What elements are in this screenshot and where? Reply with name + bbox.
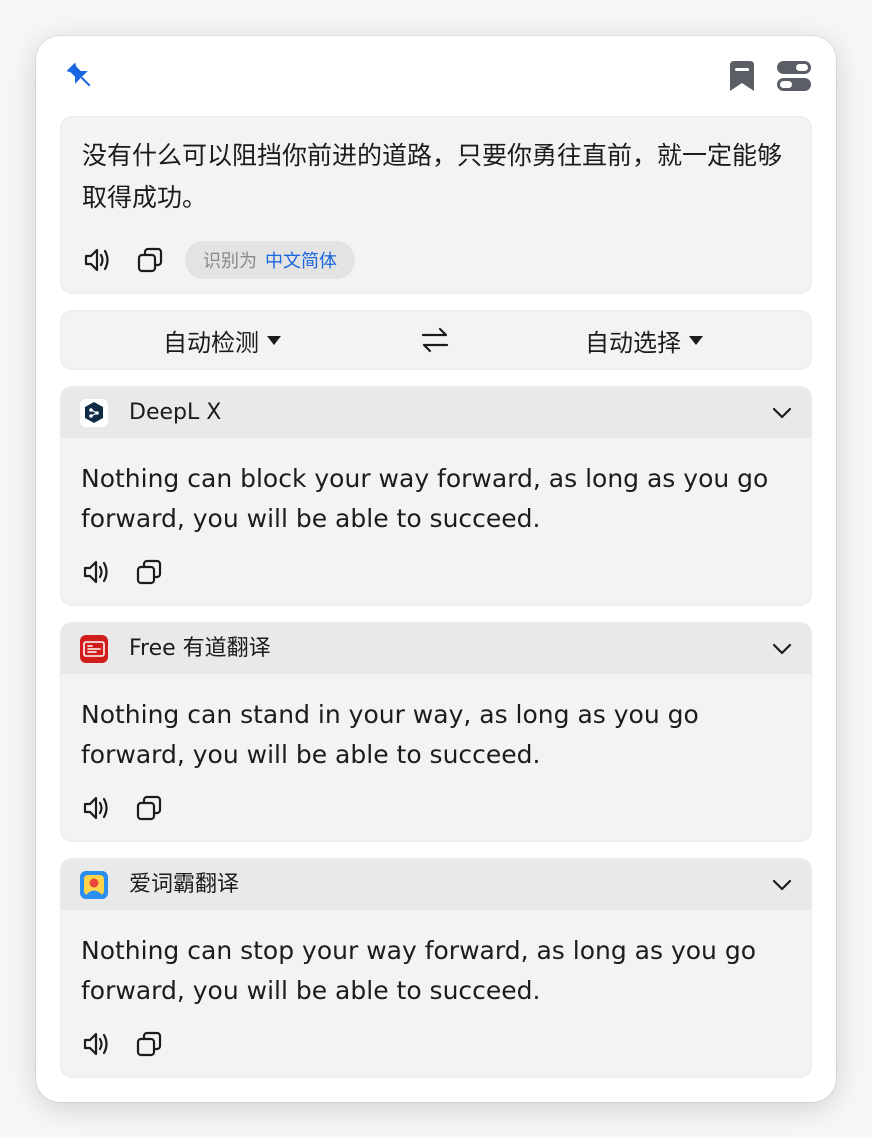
caret-down-icon [267, 335, 281, 345]
source-language-select[interactable]: 自动检测 [163, 311, 281, 369]
deepl-logo-icon [80, 399, 108, 427]
service-name: Free 有道翻译 [129, 636, 271, 661]
copy-icon [137, 247, 163, 273]
result-speak-button[interactable] [80, 555, 114, 589]
iciba-logo-icon [80, 871, 108, 899]
speaker-icon [84, 248, 109, 272]
result-header-iciba[interactable]: 爱词霸翻译 [61, 859, 811, 910]
source-speak-button[interactable] [81, 243, 115, 277]
pin-button[interactable] [62, 58, 98, 94]
copy-icon [136, 795, 162, 821]
youdao-logo-icon [80, 635, 108, 663]
result-speak-button[interactable] [80, 1027, 114, 1061]
result-header-youdao[interactable]: Free 有道翻译 [61, 623, 811, 674]
copy-icon [136, 559, 162, 585]
result-text[interactable]: Nothing can block your way forward, as l… [81, 459, 797, 539]
speaker-icon [83, 796, 108, 820]
source-text-panel[interactable]: 没有什么可以阻挡你前进的道路，只要你勇往直前，就一定能够取得成功。 识别为 中文… [60, 116, 812, 294]
language-bar: 自动检测 自动选择 [60, 310, 812, 370]
swap-languages-icon[interactable] [419, 325, 451, 355]
result-text[interactable]: Nothing can stop your way forward, as lo… [81, 931, 797, 1011]
bookmark-button[interactable] [724, 58, 760, 94]
service-name: 爱词霸翻译 [129, 872, 240, 897]
result-card-iciba: 爱词霸翻译 Nothing can stop your way forward,… [60, 858, 812, 1078]
result-copy-button[interactable] [132, 1027, 166, 1061]
translator-window: 没有什么可以阻挡你前进的道路，只要你勇往直前，就一定能够取得成功。 识别为 中文… [36, 36, 836, 1102]
toggles-icon [777, 61, 811, 91]
speaker-icon [83, 560, 108, 584]
copy-icon [136, 1031, 162, 1057]
source-text[interactable]: 没有什么可以阻挡你前进的道路，只要你勇往直前，就一定能够取得成功。 [82, 135, 782, 219]
speaker-icon [83, 1032, 108, 1056]
result-card-youdao: Free 有道翻译 Nothing can stand in your way,… [60, 622, 812, 842]
caret-down-icon [689, 335, 703, 345]
chevron-down-icon[interactable] [771, 874, 793, 896]
result-header-deepl[interactable]: DeepL X [61, 387, 811, 438]
source-copy-button[interactable] [133, 243, 167, 277]
bookmark-icon [730, 61, 754, 91]
settings-toggle-button[interactable] [776, 58, 812, 94]
result-copy-button[interactable] [132, 791, 166, 825]
detected-language-chip[interactable]: 识别为 中文简体 [185, 241, 355, 279]
result-card-deepl: DeepL X Nothing can block your way forwa… [60, 386, 812, 606]
result-copy-button[interactable] [132, 555, 166, 589]
source-language-label: 自动检测 [163, 328, 259, 357]
detected-language: 中文简体 [265, 251, 337, 272]
result-speak-button[interactable] [80, 791, 114, 825]
service-name: DeepL X [129, 400, 222, 425]
target-language-label: 自动选择 [585, 328, 681, 357]
chevron-down-icon[interactable] [771, 402, 793, 424]
result-text[interactable]: Nothing can stand in your way, as long a… [81, 695, 797, 775]
target-language-select[interactable]: 自动选择 [585, 311, 703, 369]
chevron-down-icon[interactable] [771, 638, 793, 660]
detected-prefix: 识别为 [203, 251, 257, 272]
pin-icon [66, 62, 91, 87]
